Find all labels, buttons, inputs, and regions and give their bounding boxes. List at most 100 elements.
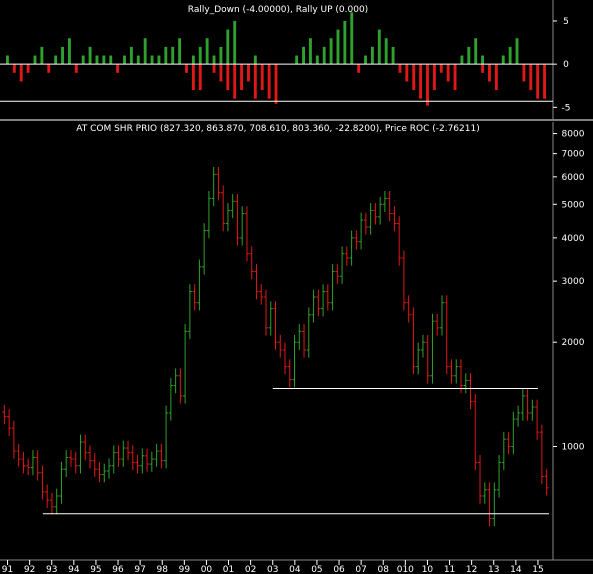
rally-down-bar <box>233 64 237 99</box>
rally-up-bar <box>123 55 126 65</box>
rally-up-bar <box>219 46 223 65</box>
rally-down-bar <box>412 64 416 91</box>
x-tick-label: 12 <box>466 565 477 574</box>
ohlc-bar <box>183 323 188 404</box>
ohlc-bar <box>497 455 502 498</box>
rally-down-bar <box>226 64 230 91</box>
ohlc-bar <box>45 484 50 508</box>
ohlc-bar <box>21 451 26 474</box>
ohlc-bar <box>535 399 540 440</box>
ohlc-bar <box>273 301 278 350</box>
ohlc-bar <box>439 295 444 336</box>
ohlc-bar <box>335 264 340 284</box>
rally-up-bar <box>191 55 195 65</box>
rally-down-bar <box>240 64 244 91</box>
ohlc-bar <box>206 191 211 239</box>
rally-down-bar <box>247 64 250 82</box>
ohlc-bar <box>102 463 107 483</box>
price-y-tick-label: 5000 <box>562 200 585 210</box>
rally-down-bar <box>212 64 216 73</box>
x-tick-label: 10 <box>422 565 434 574</box>
rally-down-bar <box>446 64 450 82</box>
x-tick-label: 04 <box>289 565 301 574</box>
ohlc-bar <box>302 323 307 358</box>
x-tick-label: 95 <box>90 565 101 574</box>
rally-up-bar <box>508 46 512 65</box>
rally-down-bar <box>536 64 540 99</box>
x-tick-label: 14 <box>510 565 522 574</box>
rally-down-bar <box>488 64 491 82</box>
rally-up-bar <box>171 46 175 65</box>
x-tick-label: 02 <box>245 565 256 574</box>
ohlc-bar <box>192 284 197 311</box>
ohlc-bar <box>382 191 387 213</box>
rally-up-bar <box>253 55 257 65</box>
ohlc-bar <box>135 455 140 474</box>
ohlc-bar <box>116 445 121 467</box>
ohlc-bar <box>344 246 349 266</box>
ohlc-bar <box>321 284 326 317</box>
ohlc-bar <box>178 368 183 404</box>
ohlc-bar <box>87 445 92 469</box>
rally-up-bar <box>61 46 64 65</box>
ohlc-bar <box>240 206 245 246</box>
price-panel: AT COM SHR PRIO (827.320, 863.870, 708.6… <box>0 122 593 574</box>
x-tick-label: 97 <box>134 565 145 574</box>
rally-up-bar <box>157 55 161 65</box>
ohlc-bar <box>392 206 397 232</box>
rally-down-bar <box>522 64 526 82</box>
rally-down-bar <box>481 64 485 73</box>
rally-up-bar <box>54 55 58 65</box>
x-tick-label: 07 <box>355 565 366 574</box>
ohlc-bar <box>225 203 230 232</box>
ohlc-bar <box>544 469 549 496</box>
x-tick-label: 98 <box>157 565 169 574</box>
rally-up-bar <box>198 46 202 65</box>
rally-down-bar <box>543 64 547 99</box>
rally-down-bar <box>74 64 78 73</box>
ohlc-bar <box>126 440 131 461</box>
indicator-bars <box>5 12 547 106</box>
price-y-tick-label: 1000 <box>562 443 585 453</box>
ohlc-bar <box>230 193 235 219</box>
ohlc-bar <box>401 250 406 311</box>
ohlc-bar <box>244 206 249 262</box>
ohlc-bar <box>463 373 468 394</box>
x-tick-label: 99 <box>179 565 191 574</box>
indicator-y-tick-label: 5 <box>563 17 569 27</box>
rally-up-bar <box>336 29 340 65</box>
rally-up-bar <box>302 46 305 65</box>
ohlc-bar <box>330 264 335 311</box>
price-y-tick-label: 8000 <box>562 130 585 140</box>
rally-up-bar <box>474 38 478 65</box>
ohlc-bar <box>435 313 440 336</box>
x-tick-label: 03 <box>267 565 278 574</box>
ohlc-bar <box>154 443 159 467</box>
ohlc-bar <box>525 388 530 421</box>
rally-up-bar <box>40 46 44 65</box>
rally-down-bar <box>191 64 195 91</box>
ohlc-bar <box>92 453 97 477</box>
rally-up-bar <box>81 55 85 65</box>
x-tick-label: 13 <box>488 565 499 574</box>
x-tick-label: 11 <box>444 565 455 574</box>
rally-up-bar <box>350 12 354 65</box>
ohlc-bar <box>482 482 487 504</box>
rally-down-bar <box>494 64 498 91</box>
ohlc-bar <box>216 167 221 201</box>
x-tick-label: 93 <box>46 565 57 574</box>
rally-down-bar <box>116 64 120 73</box>
price-y-tick-label: 6000 <box>562 173 585 183</box>
ohlc-bar <box>306 307 311 358</box>
rally-down-bar <box>432 64 436 91</box>
indicator-y-tick-label: 0 <box>563 60 569 70</box>
x-tick-label: 01 <box>223 565 234 574</box>
rally-up-bar <box>178 38 182 65</box>
ohlc-bar <box>111 445 116 474</box>
ohlc-bar <box>26 458 31 476</box>
ohlc-bar <box>16 443 21 467</box>
ohlc-bar <box>145 448 150 472</box>
ohlc-bar <box>254 264 259 300</box>
rally-up-bar <box>308 38 312 65</box>
rally-up-bar <box>212 55 216 65</box>
